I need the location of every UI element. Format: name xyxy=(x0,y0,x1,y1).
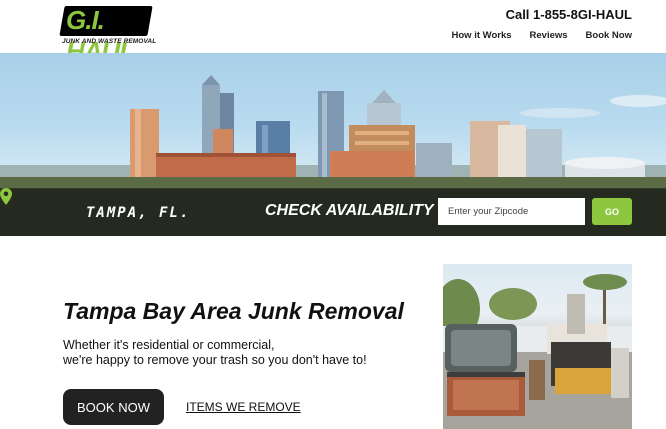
go-button[interactable]: GO xyxy=(592,198,632,225)
zipcode-input[interactable] xyxy=(438,198,585,225)
book-now-button[interactable]: BOOK NOW xyxy=(63,389,164,425)
subtext-line-1: Whether it's residential or commercial, xyxy=(63,338,275,352)
location-pin-icon xyxy=(0,188,12,205)
nav-how-it-works[interactable]: How it Works xyxy=(452,30,512,41)
gi-haul-logo[interactable]: G.I. HAUL JUNK AND WASTE REMOVAL xyxy=(59,5,156,66)
items-we-remove-link[interactable]: ITEMS WE REMOVE xyxy=(186,400,301,414)
page-headline: Tampa Bay Area Junk Removal xyxy=(63,298,404,324)
nav-reviews[interactable]: Reviews xyxy=(530,30,568,41)
logo-tagline: JUNK AND WASTE REMOVAL xyxy=(62,38,157,45)
check-availability-label: CHECK AVAILABILITY xyxy=(265,202,434,219)
site-header: G.I. HAUL JUNK AND WASTE REMOVAL Call 1-… xyxy=(0,0,666,66)
junk-photo xyxy=(443,264,632,429)
nav-book-now[interactable]: Book Now xyxy=(586,30,632,41)
subtext-line-2: we're happy to remove your trash so you … xyxy=(63,353,367,367)
city-label: TAMPA, FL. xyxy=(86,205,191,221)
phone-number[interactable]: Call 1-855-8GI-HAUL xyxy=(506,7,632,22)
availability-bar: TAMPA, FL. CHECK AVAILABILITY GO xyxy=(0,188,666,236)
main-nav: How it Works Reviews Book Now xyxy=(452,30,632,41)
hero-banner: TAMPA, FL. CHECK AVAILABILITY GO xyxy=(0,53,666,236)
